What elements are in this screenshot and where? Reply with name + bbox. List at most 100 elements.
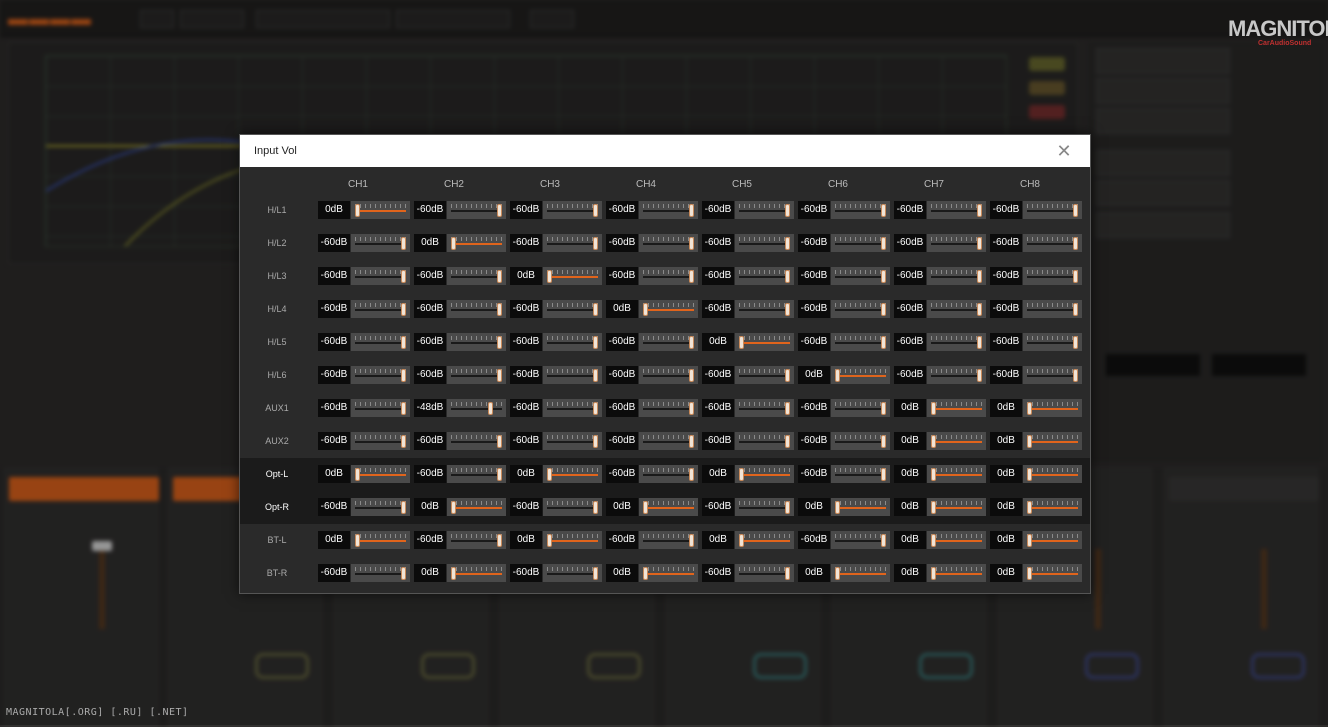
volume-value[interactable]: 0dB <box>990 465 1022 483</box>
volume-value[interactable]: -60dB <box>414 333 446 351</box>
slider-thumb[interactable] <box>497 534 502 547</box>
volume-value[interactable]: -60dB <box>510 366 542 384</box>
slider-thumb[interactable] <box>497 369 502 382</box>
volume-value[interactable]: -60dB <box>798 432 830 450</box>
slider-thumb[interactable] <box>785 567 790 580</box>
slider-thumb[interactable] <box>451 567 456 580</box>
slider-thumb[interactable] <box>835 567 840 580</box>
slider-thumb[interactable] <box>739 468 744 481</box>
volume-slider[interactable] <box>927 201 986 219</box>
volume-value[interactable]: -60dB <box>318 300 350 318</box>
slider-thumb[interactable] <box>881 204 886 217</box>
slider-thumb[interactable] <box>689 204 694 217</box>
volume-slider[interactable] <box>831 432 890 450</box>
volume-value[interactable]: 0dB <box>702 333 734 351</box>
slider-thumb[interactable] <box>931 435 936 448</box>
volume-slider[interactable] <box>927 465 986 483</box>
volume-slider[interactable] <box>543 432 602 450</box>
volume-value[interactable]: -60dB <box>414 465 446 483</box>
slider-thumb[interactable] <box>1027 567 1032 580</box>
slider-thumb[interactable] <box>451 501 456 514</box>
slider-thumb[interactable] <box>689 369 694 382</box>
volume-value[interactable]: -60dB <box>318 498 350 516</box>
volume-value[interactable]: -60dB <box>702 399 734 417</box>
slider-thumb[interactable] <box>689 468 694 481</box>
volume-value[interactable]: -60dB <box>702 201 734 219</box>
volume-slider[interactable] <box>639 366 698 384</box>
volume-value[interactable]: 0dB <box>606 564 638 582</box>
slider-thumb[interactable] <box>785 501 790 514</box>
volume-value[interactable]: 0dB <box>318 465 350 483</box>
volume-slider[interactable] <box>447 333 506 351</box>
slider-thumb[interactable] <box>739 534 744 547</box>
volume-value[interactable]: -60dB <box>702 432 734 450</box>
volume-value[interactable]: 0dB <box>990 564 1022 582</box>
volume-value[interactable]: -60dB <box>990 333 1022 351</box>
volume-slider[interactable] <box>927 234 986 252</box>
volume-slider[interactable] <box>543 234 602 252</box>
volume-slider[interactable] <box>735 399 794 417</box>
slider-thumb[interactable] <box>593 204 598 217</box>
volume-value[interactable]: -60dB <box>510 399 542 417</box>
volume-value[interactable]: -60dB <box>606 267 638 285</box>
slider-thumb[interactable] <box>931 567 936 580</box>
slider-thumb[interactable] <box>1027 501 1032 514</box>
volume-slider[interactable] <box>831 531 890 549</box>
slider-thumb[interactable] <box>881 402 886 415</box>
volume-value[interactable]: -60dB <box>798 399 830 417</box>
volume-slider[interactable] <box>735 432 794 450</box>
volume-value[interactable]: -60dB <box>510 300 542 318</box>
volume-slider[interactable] <box>639 498 698 516</box>
volume-value[interactable]: -60dB <box>606 465 638 483</box>
volume-value[interactable]: 0dB <box>414 234 446 252</box>
volume-slider[interactable] <box>1023 531 1082 549</box>
slider-thumb[interactable] <box>593 336 598 349</box>
volume-value[interactable]: -60dB <box>414 366 446 384</box>
slider-thumb[interactable] <box>643 567 648 580</box>
volume-slider[interactable] <box>543 333 602 351</box>
volume-slider[interactable] <box>927 267 986 285</box>
volume-slider[interactable] <box>351 300 410 318</box>
volume-slider[interactable] <box>639 531 698 549</box>
volume-slider[interactable] <box>543 498 602 516</box>
volume-slider[interactable] <box>735 201 794 219</box>
volume-slider[interactable] <box>831 201 890 219</box>
volume-slider[interactable] <box>351 531 410 549</box>
slider-thumb[interactable] <box>785 237 790 250</box>
volume-slider[interactable] <box>447 465 506 483</box>
volume-slider[interactable] <box>543 531 602 549</box>
volume-slider[interactable] <box>735 498 794 516</box>
volume-value[interactable]: 0dB <box>318 531 350 549</box>
slider-thumb[interactable] <box>593 567 598 580</box>
volume-value[interactable]: 0dB <box>894 498 926 516</box>
volume-slider[interactable] <box>639 564 698 582</box>
volume-value[interactable]: -60dB <box>990 234 1022 252</box>
slider-thumb[interactable] <box>689 534 694 547</box>
volume-slider[interactable] <box>447 366 506 384</box>
volume-value[interactable]: 0dB <box>798 564 830 582</box>
slider-thumb[interactable] <box>547 270 552 283</box>
volume-value[interactable]: -60dB <box>990 366 1022 384</box>
volume-slider[interactable] <box>1023 465 1082 483</box>
slider-thumb[interactable] <box>977 237 982 250</box>
slider-thumb[interactable] <box>689 270 694 283</box>
slider-thumb[interactable] <box>881 270 886 283</box>
volume-value[interactable]: 0dB <box>990 399 1022 417</box>
slider-thumb[interactable] <box>401 567 406 580</box>
volume-slider[interactable] <box>927 564 986 582</box>
volume-value[interactable]: -60dB <box>318 564 350 582</box>
slider-thumb[interactable] <box>977 303 982 316</box>
slider-thumb[interactable] <box>1027 468 1032 481</box>
volume-value[interactable]: -60dB <box>318 333 350 351</box>
volume-value[interactable]: 0dB <box>990 531 1022 549</box>
volume-value[interactable]: -60dB <box>702 498 734 516</box>
slider-thumb[interactable] <box>593 435 598 448</box>
volume-slider[interactable] <box>543 465 602 483</box>
volume-slider[interactable] <box>351 498 410 516</box>
volume-slider[interactable] <box>543 399 602 417</box>
volume-value[interactable]: -60dB <box>894 366 926 384</box>
volume-value[interactable]: -60dB <box>414 531 446 549</box>
volume-slider[interactable] <box>831 564 890 582</box>
volume-value[interactable]: 0dB <box>414 498 446 516</box>
volume-value[interactable]: 0dB <box>894 531 926 549</box>
